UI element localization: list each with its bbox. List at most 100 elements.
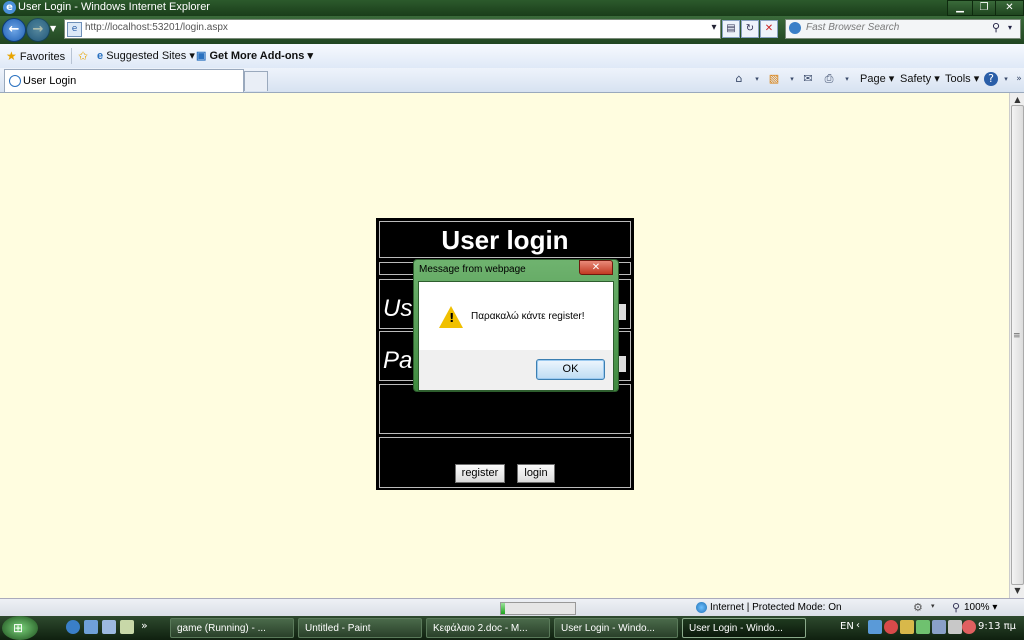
ie-icon: e <box>97 50 104 62</box>
ok-button[interactable]: OK <box>536 359 605 380</box>
minimize-button[interactable]: ▁ <box>947 0 973 16</box>
home-icon[interactable]: ⌂ <box>732 72 746 86</box>
scroll-grip-icon: ≡ <box>1013 331 1021 341</box>
taskbar-button-ie-1[interactable]: User Login - Windo... <box>554 618 678 638</box>
taskbar-button-ie-2[interactable]: User Login - Windo... <box>682 618 806 638</box>
get-more-addons-button[interactable]: ▣ Get More Add-ons ▾ <box>196 49 313 62</box>
suggested-sites-label: Suggested Sites ▾ <box>106 50 195 62</box>
favorites-label: Favorites <box>19 51 66 63</box>
window-title-bar: e User Login - Windows Internet Explorer… <box>0 0 1024 16</box>
language-indicator[interactable]: EN <box>840 621 854 632</box>
login-button[interactable]: login <box>517 464 555 483</box>
network-icon[interactable] <box>932 620 946 634</box>
print-dropdown-icon[interactable]: ▾ <box>840 72 854 86</box>
back-button[interactable]: ← <box>2 18 26 42</box>
quicklaunch-more-icon[interactable]: » <box>141 619 148 632</box>
start-button[interactable]: ⊞ <box>2 616 38 640</box>
username-input[interactable] <box>618 304 626 320</box>
dialog-body: ! Παρακαλώ κάντε register! OK <box>418 281 614 391</box>
taskbar-button-game[interactable]: game (Running) - ... <box>170 618 294 638</box>
security-zone-text[interactable]: Internet | Protected Mode: On <box>710 602 842 613</box>
tray-icon-5[interactable] <box>962 620 976 634</box>
home-dropdown-icon[interactable]: ▾ <box>750 72 764 86</box>
dialog-close-button[interactable]: ✕ <box>579 260 613 275</box>
zoom-level[interactable]: 100% ▾ <box>964 602 997 613</box>
addons-icon: ▣ <box>196 50 207 62</box>
help-dropdown-icon[interactable]: ▾ <box>999 72 1013 86</box>
tab-user-login[interactable]: User Login <box>4 69 244 92</box>
forward-button[interactable]: → <box>26 18 50 42</box>
quicklaunch-media-icon[interactable] <box>120 620 134 634</box>
address-url: http://localhost:53201/login.aspx <box>85 22 228 33</box>
address-dropdown-icon[interactable]: ▾ <box>706 20 722 36</box>
tray-icon-3[interactable] <box>900 620 914 634</box>
search-provider-icon <box>789 22 801 34</box>
feeds-icon[interactable]: ▧ <box>767 72 781 86</box>
safety-menu[interactable]: Safety ▾ <box>900 72 940 85</box>
close-window-button[interactable]: ✕ <box>995 0 1024 16</box>
ie-logo-icon: e <box>3 1 16 14</box>
windows-logo-icon: ⊞ <box>13 621 24 635</box>
dialog-message: Παρακαλώ κάντε register! <box>471 311 585 322</box>
scroll-down-icon[interactable]: ▼ <box>1012 586 1023 595</box>
username-label: Us <box>383 295 413 322</box>
stop-icon[interactable]: ✕ <box>760 20 778 38</box>
addons-label: Get More Add-ons ▾ <box>209 50 313 62</box>
taskbar-button-word[interactable]: Κεφάλαιο 2.doc - M... <box>426 618 550 638</box>
quicklaunch-switch-icon[interactable] <box>102 620 116 634</box>
tray-icon-4[interactable] <box>916 620 930 634</box>
alert-dialog: Message from webpage ✕ ! Παρακαλώ κάντε … <box>413 259 619 392</box>
feeds-dropdown-icon[interactable]: ▾ <box>785 72 799 86</box>
refresh-icon[interactable]: ↻ <box>741 20 759 38</box>
new-tab-button[interactable] <box>244 71 268 91</box>
address-toolbar: ← → ▼ e http://localhost:53201/login.asp… <box>0 16 1024 44</box>
page-menu[interactable]: Page ▾ <box>860 72 894 85</box>
status-dropdown-icon[interactable]: ▾ <box>931 602 935 610</box>
buttons-row <box>379 437 631 488</box>
loading-icon <box>9 75 21 87</box>
scroll-up-icon[interactable]: ▲ <box>1012 95 1023 104</box>
tools-status-icon[interactable]: ⚙ <box>913 601 923 614</box>
add-favorites-icon: ✩ <box>78 49 89 63</box>
progress-bar <box>500 602 576 615</box>
favorites-star-icon: ★ <box>6 49 17 63</box>
history-dropdown-icon[interactable]: ▼ <box>50 24 56 33</box>
dialog-title: Message from webpage <box>419 264 526 275</box>
tray-icon-2[interactable] <box>884 620 898 634</box>
vertical-scrollbar[interactable]: ▲ ≡ ▼ <box>1009 93 1024 598</box>
quicklaunch-desktop-icon[interactable] <box>84 620 98 634</box>
search-options-icon[interactable]: ▾ <box>1008 23 1012 32</box>
scrollbar-thumb[interactable] <box>1011 105 1024 585</box>
address-bar[interactable]: e http://localhost:53201/login.aspx <box>64 19 721 39</box>
tray-icon-1[interactable] <box>868 620 882 634</box>
suggested-sites-button[interactable]: e Suggested Sites ▾ <box>97 49 195 62</box>
favorites-button[interactable]: ★ Favorites <box>6 49 65 63</box>
add-to-favorites-button[interactable]: ✩ <box>78 49 88 63</box>
zoom-icon: ⚲ <box>952 601 961 614</box>
volume-icon[interactable] <box>948 620 962 634</box>
more-commands-icon[interactable]: » <box>1012 72 1024 86</box>
mail-icon[interactable]: ✉ <box>801 72 815 86</box>
taskbar-button-paint[interactable]: Untitled - Paint <box>298 618 422 638</box>
search-icon[interactable]: ⚲ <box>992 21 1000 34</box>
page-icon: e <box>67 22 82 37</box>
password-input[interactable] <box>618 356 626 372</box>
help-icon[interactable]: ? <box>984 72 998 86</box>
tab-bar: User Login ⌂ ▾ ▧ ▾ ✉ ⎙ ▾ Page ▾ Safety ▾… <box>0 68 1024 93</box>
internet-zone-icon <box>696 602 707 613</box>
tools-menu[interactable]: Tools ▾ <box>945 72 979 85</box>
tab-label: User Login <box>23 75 77 87</box>
compatibility-view-icon[interactable]: ▤ <box>722 20 740 38</box>
search-placeholder: Fast Browser Search <box>806 22 900 33</box>
maximize-button[interactable]: ❐ <box>972 0 996 16</box>
system-tray: EN ‹ 9:13 πμ <box>840 616 1024 640</box>
password-label: Pa <box>383 347 413 374</box>
clock[interactable]: 9:13 πμ <box>978 621 1016 632</box>
tray-expand-icon[interactable]: ‹ <box>856 620 860 631</box>
quicklaunch-ie-icon[interactable] <box>66 620 80 634</box>
search-box[interactable]: Fast Browser Search ⚲ ▾ <box>785 19 1021 39</box>
window-title: User Login - Windows Internet Explorer <box>18 1 210 13</box>
print-icon[interactable]: ⎙ <box>822 72 836 86</box>
register-button[interactable]: register <box>455 464 505 483</box>
status-bar: Internet | Protected Mode: On ⚙ ▾ ⚲ 100%… <box>0 598 1024 617</box>
